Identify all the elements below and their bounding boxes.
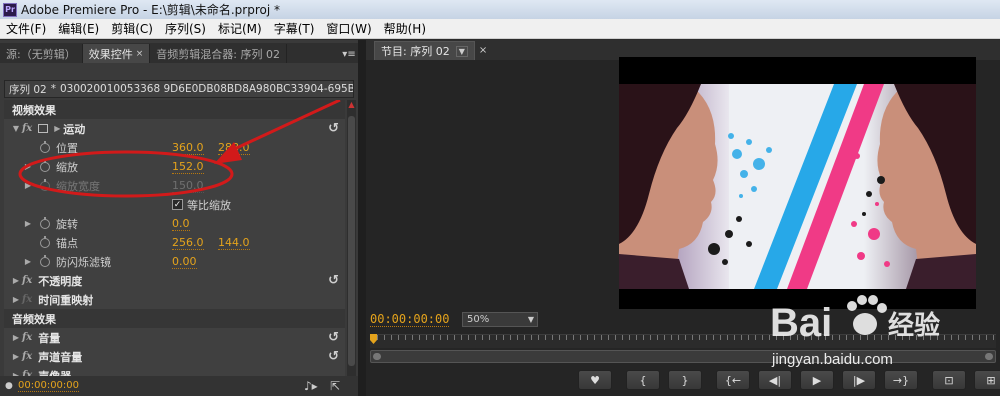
tab-program[interactable]: 节目: 序列 02 ▼ — [374, 41, 475, 60]
clip-name: 030020010053368 9D6E0DB08BD8A980BC33904-… — [59, 83, 353, 95]
export-frame-icon[interactable]: ⇱ — [330, 379, 340, 393]
watermark-url: jingyan.baidu.com — [771, 351, 893, 368]
premiere-app-icon: Pr — [3, 2, 17, 17]
audio-note-icon[interactable]: ♪▸ — [304, 379, 318, 393]
menu-help[interactable]: 帮助(H) — [378, 20, 432, 37]
tab-source-label: 源:（无剪辑） — [6, 47, 76, 61]
tab-program-label: 节目: 序列 02 — [381, 45, 450, 58]
effect-controls-panel: 源:（无剪辑） 效果控件 × 音频剪辑混合器: 序列 02 ▾≡ 序列 02 * … — [0, 40, 358, 396]
go-to-in-button[interactable]: {← — [716, 370, 750, 390]
annotation-arrow-head — [214, 142, 242, 164]
sequence-separator: * — [50, 83, 56, 95]
annotation-overlay — [18, 100, 341, 198]
tab-audio-clip-mixer-label: 音频剪辑混合器: 序列 02 — [156, 47, 280, 61]
tab-effect-controls[interactable]: 效果控件 × — [82, 44, 151, 63]
menu-edit[interactable]: 编辑(E) — [52, 20, 105, 37]
video-frame-image — [619, 84, 976, 289]
mark-in-button[interactable]: { — [626, 370, 660, 390]
watermark-brand: Bai — [770, 301, 832, 345]
panel-menu-icon[interactable]: ▾≡ — [340, 45, 358, 63]
scrollbar-thumb[interactable] — [348, 116, 355, 366]
baidu-jingyan-watermark: Bai 经验 jingyan.baidu.com — [770, 295, 940, 368]
menu-file[interactable]: 文件(F) — [0, 20, 52, 37]
tab-audio-clip-mixer[interactable]: 音频剪辑混合器: 序列 02 — [150, 44, 287, 63]
left-panel-tabs: 源:（无剪辑） 效果控件 × 音频剪辑混合器: 序列 02 ▾≡ — [0, 43, 358, 63]
effects-list: 视频效果 ▼ fx ▶ 运动 ↺ 位置 360.0 288.0 ▶ 缩放 152… — [4, 100, 345, 378]
mark-out-button[interactable]: } — [668, 370, 702, 390]
menu-title[interactable]: 字幕(T) — [268, 20, 321, 37]
title-bar: Pr Adobe Premiere Pro - E:\剪辑\未命名.prproj… — [0, 0, 1000, 19]
sequence-clip-bar: 序列 02 * 030020010053368 9D6E0DB08BD8A980… — [4, 80, 354, 98]
menu-marker[interactable]: 标记(M) — [212, 20, 268, 37]
program-video-display[interactable] — [619, 57, 976, 309]
annotation-ellipse — [18, 150, 234, 198]
sequence-name: 序列 02 — [9, 83, 47, 96]
paw-icon — [847, 295, 887, 335]
chevron-down-icon: ▼ — [527, 315, 534, 324]
add-marker-button[interactable]: ♥ — [578, 370, 612, 390]
effect-controls-footer: ● 00:00:00:00 ♪▸ ⇱ — [0, 376, 358, 396]
extract-button[interactable]: ⊞ — [974, 370, 1000, 390]
close-icon[interactable]: × — [136, 49, 144, 59]
chevron-down-icon[interactable]: ▼ — [455, 45, 468, 57]
close-icon[interactable]: × — [479, 45, 487, 56]
record-icon: ● — [5, 381, 13, 391]
watermark-brand-cn: 经验 — [888, 310, 940, 341]
effects-scrollbar[interactable] — [347, 100, 356, 378]
zoom-level-value: 50% — [467, 314, 490, 325]
scroll-up-icon[interactable]: ▲ — [347, 100, 356, 112]
annotation-arrow-line — [227, 100, 341, 154]
tab-effect-controls-label: 效果控件 — [88, 47, 133, 61]
window-title: Adobe Premiere Pro - E:\剪辑\未命名.prproj * — [21, 3, 280, 17]
program-timecode[interactable]: 00:00:00:00 — [370, 312, 450, 327]
menu-bar: 文件(F) 编辑(E) 剪辑(C) 序列(S) 标记(M) 字幕(T) 窗口(W… — [0, 19, 1000, 39]
video-frame — [619, 84, 976, 289]
tab-source[interactable]: 源:（无剪辑） — [0, 44, 83, 63]
effect-controls-timecode[interactable]: 00:00:00:00 — [18, 380, 80, 392]
menu-window[interactable]: 窗口(W) — [320, 20, 377, 37]
menu-clip[interactable]: 剪辑(C) — [105, 20, 159, 37]
menu-sequence[interactable]: 序列(S) — [159, 20, 212, 37]
zoom-level-select[interactable]: 50% ▼ — [462, 312, 538, 327]
panel-divider[interactable] — [358, 40, 366, 396]
